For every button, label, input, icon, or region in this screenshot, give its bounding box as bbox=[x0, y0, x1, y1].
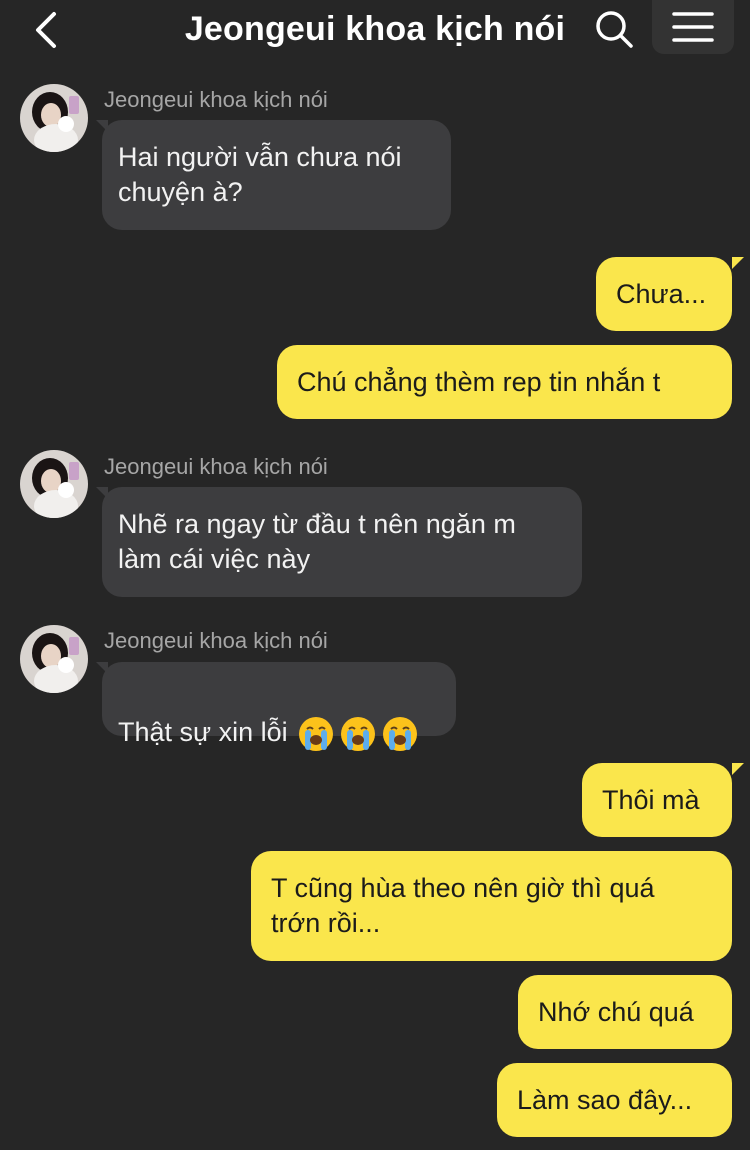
message-bubble-outgoing[interactable]: Nhớ chú quá bbox=[518, 975, 732, 1049]
search-icon bbox=[596, 11, 633, 48]
sender-name: Jeongeui khoa kịch nói bbox=[104, 87, 328, 112]
message-bubble-outgoing[interactable]: Làm sao đây... bbox=[497, 1063, 732, 1137]
avatar[interactable] bbox=[20, 84, 88, 152]
bubble-tail bbox=[732, 257, 744, 269]
menu-button[interactable] bbox=[652, 0, 734, 54]
avatar-photo bbox=[20, 625, 88, 693]
message-bubble-outgoing[interactable]: T cũng hùa theo nên giờ thì quá trớn rồi… bbox=[251, 851, 732, 961]
emoji-group bbox=[298, 716, 418, 752]
message-bubble-incoming[interactable]: Nhẽ ra ngay từ đầu t nên ngăn m làm cái … bbox=[102, 487, 582, 597]
avatar[interactable] bbox=[20, 625, 88, 693]
search-button[interactable] bbox=[590, 6, 638, 52]
avatar[interactable] bbox=[20, 450, 88, 518]
message-bubble-outgoing[interactable]: Chú chẳng thèm rep tin nhắn t bbox=[277, 345, 732, 419]
bubble-tail bbox=[732, 763, 744, 775]
message-bubble-incoming[interactable]: Thật sự xin lỗi bbox=[102, 662, 456, 751]
message-bubble-incoming[interactable]: Hai người vẫn chưa nói chuyện à? bbox=[102, 120, 451, 230]
loudly-crying-face-icon bbox=[298, 716, 333, 751]
message-text: Thật sự xin lỗi bbox=[118, 717, 288, 747]
loudly-crying-face-icon bbox=[382, 716, 417, 751]
sender-name: Jeongeui khoa kịch nói bbox=[104, 628, 328, 653]
message-bubble-outgoing[interactable]: Chưa... bbox=[596, 257, 732, 331]
message-bubble-outgoing[interactable]: Thôi mà bbox=[582, 763, 732, 837]
avatar-photo bbox=[20, 84, 88, 152]
sender-name: Jeongeui khoa kịch nói bbox=[104, 454, 328, 479]
loudly-crying-face-icon bbox=[340, 716, 375, 751]
avatar-photo bbox=[20, 450, 88, 518]
chat-header: Jeongeui khoa kịch nói bbox=[0, 0, 750, 64]
hamburger-menu-icon bbox=[672, 12, 714, 42]
